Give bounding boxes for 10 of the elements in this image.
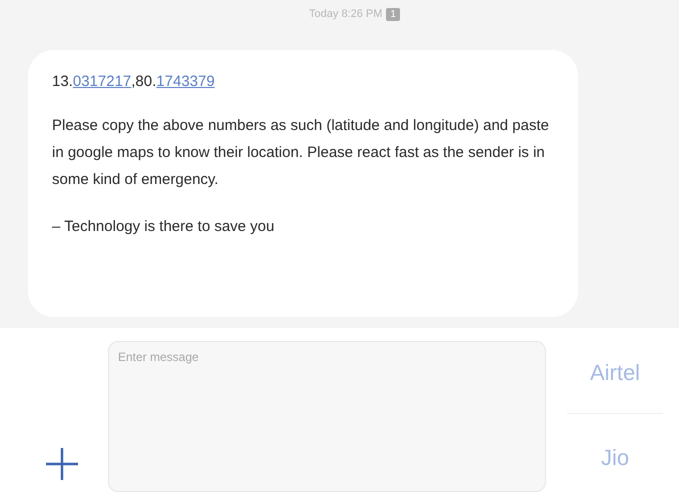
message-text: Please copy the above numbers as such (latitude and longitude) and paste in google maps to know their location. Please react fast as the sender is in some kind of emergency. [52,116,550,190]
coordinate-link[interactable]: 0317217 [72,73,132,90]
coordinate-text: 13. [52,73,73,90]
message-text: – Technology is there to save you [52,217,276,237]
timestamp: Today 8:26 PM [309,8,382,20]
message-input[interactable]: Enter message [108,341,546,492]
coordinate-text: ,80. [131,73,156,90]
sim-badge: 1 [386,8,400,20]
coordinate-link[interactable]: 1743379 [156,73,215,90]
add-icon[interactable] [44,446,80,482]
